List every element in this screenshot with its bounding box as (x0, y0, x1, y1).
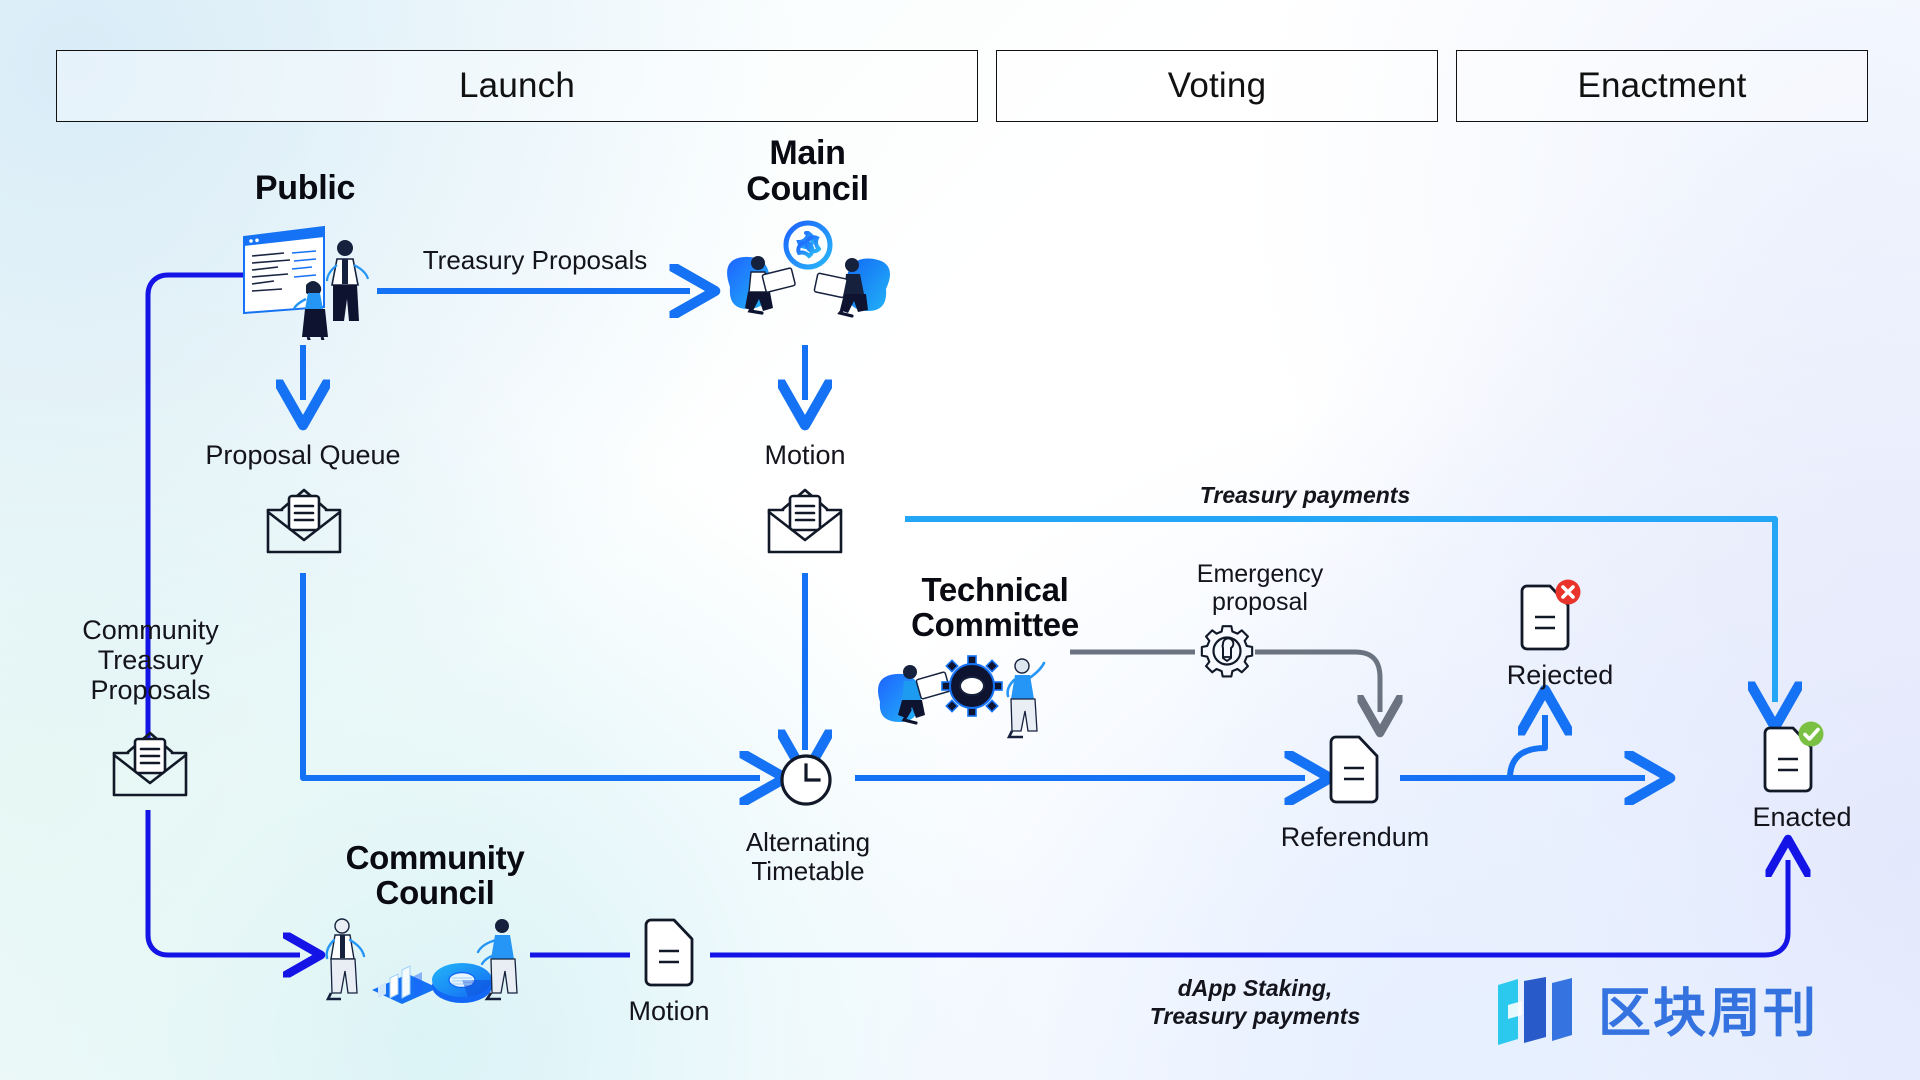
referendum-document-icon (1325, 735, 1383, 814)
motion-council-label: Motion (764, 440, 846, 470)
phase-label-launch: Launch (458, 66, 576, 105)
dapp-line1: dApp Staking, (1177, 975, 1333, 1001)
alternating-timetable-label: Alternating Timetable (718, 827, 898, 887)
x-badge (1555, 579, 1581, 605)
clock-icon (778, 752, 834, 813)
motion-community-document-icon (640, 918, 698, 997)
enacted-label: Enacted (1752, 802, 1852, 832)
phase-bar: Launch Voting Enactment (56, 50, 1868, 122)
main-council-title-line2: Council (746, 170, 869, 209)
rejected-document-icon (1512, 578, 1586, 663)
phase-tab-launch[interactable]: Launch (56, 50, 978, 122)
at-line1: Alternating (745, 827, 871, 857)
check-badge (1798, 721, 1824, 747)
proposal-queue-envelope-icon (262, 482, 346, 565)
tc-title-line1: Technical (921, 571, 1069, 608)
phase-tab-enactment[interactable]: Enactment (1456, 50, 1868, 122)
edge-label-treasury-proposals: Treasury Proposals (422, 245, 648, 275)
community-council-icon (312, 910, 527, 1015)
motion-community-label: Motion (628, 996, 710, 1026)
public-title: Public (254, 169, 356, 207)
proposal-queue-label: Proposal Queue (205, 440, 401, 470)
ep-line2: proposal (1212, 588, 1308, 616)
emergency-proposal-label: Emergency proposal (1155, 560, 1365, 616)
gear-wrench-icon (1196, 620, 1258, 687)
main-council-icon (718, 215, 898, 350)
watermark-text: 区块周刊 (1598, 983, 1818, 1043)
watermark: 区块周刊 (1492, 975, 1818, 1051)
community-council-title: Community Council (300, 840, 570, 911)
blockweekly-logo-icon (1498, 977, 1572, 1045)
edge-label-treasury-payments: Treasury payments (1199, 482, 1411, 508)
community-treasury-proposals-envelope-icon (108, 725, 192, 808)
cc-title-line1: Community (345, 839, 525, 876)
motion-council-envelope-icon (763, 482, 847, 565)
referendum-label: Referendum (1280, 822, 1430, 852)
tc-title-line2: Committee (911, 606, 1079, 644)
public-presentation-icon (232, 215, 372, 348)
technical-committee-title: Technical Committee (845, 572, 1145, 643)
phase-tab-voting[interactable]: Voting (996, 50, 1438, 122)
ep-line1: Emergency (1196, 560, 1324, 588)
phase-label-enactment: Enactment (1577, 66, 1747, 105)
ctp-line3: Proposals (90, 675, 211, 706)
main-council-title: Main Council (700, 135, 915, 208)
dapp-line2: Treasury payments (1149, 1002, 1361, 1029)
community-treasury-proposals-label: Community Treasury Proposals (38, 615, 263, 706)
cc-title-line2: Council (375, 874, 495, 912)
rejected-label: Rejected (1506, 660, 1614, 690)
phase-label-voting: Voting (1167, 66, 1267, 105)
technical-committee-icon (872, 640, 1052, 755)
ctp-line2: Treasury (97, 645, 204, 676)
at-line2: Timetable (751, 856, 865, 887)
ctp-line1: Community (82, 615, 219, 645)
main-council-title-line1: Main (769, 134, 846, 172)
edge-label-dapp-staking: dApp Staking, Treasury payments (1090, 975, 1420, 1030)
enacted-document-icon (1755, 720, 1829, 805)
